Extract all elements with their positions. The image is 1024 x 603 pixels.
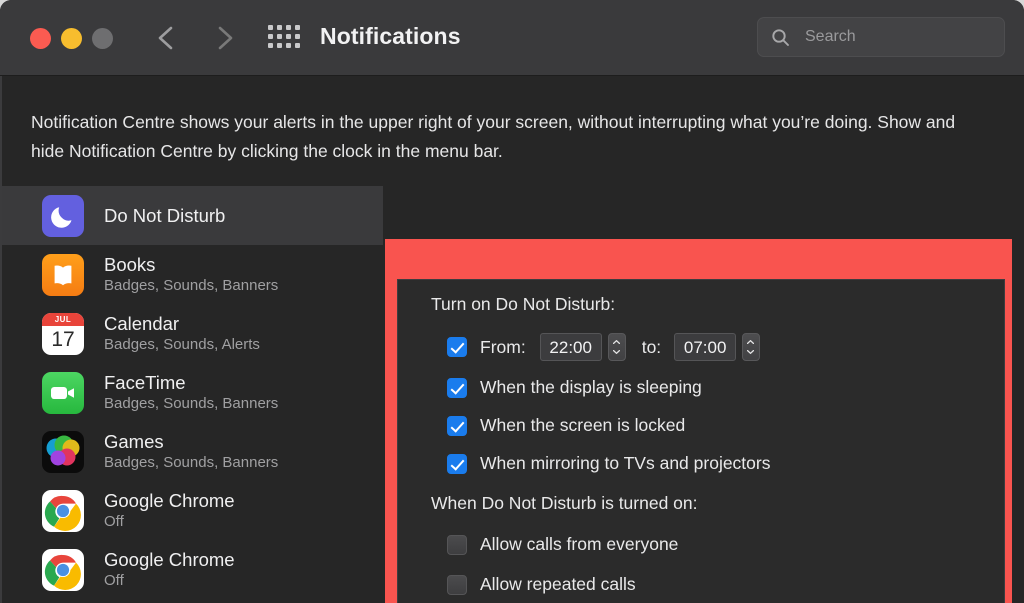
maximize-window-button[interactable] bbox=[92, 28, 113, 49]
screen-locked-label: When the screen is locked bbox=[480, 415, 686, 435]
forward-button[interactable] bbox=[207, 19, 241, 57]
sidebar-item-detail: Badges, Sounds, Banners bbox=[104, 277, 279, 294]
repeated-calls-label: Allow repeated calls bbox=[480, 574, 636, 594]
repeated-calls-row[interactable]: Allow repeated calls bbox=[447, 574, 636, 595]
display-sleeping-row[interactable]: When the display is sleeping bbox=[447, 377, 702, 398]
display-sleeping-checkbox[interactable] bbox=[447, 377, 467, 398]
do-not-disturb-icon bbox=[42, 194, 84, 237]
sidebar-item-detail: Off bbox=[104, 572, 124, 589]
description-text: Notification Centre shows your alerts in… bbox=[31, 112, 956, 161]
to-label: to: bbox=[641, 336, 662, 357]
mirroring-checkbox[interactable] bbox=[447, 453, 467, 474]
sidebar-item-label: Google Chrome bbox=[104, 490, 235, 511]
sidebar-item-facetime[interactable]: FaceTime Badges, Sounds, Banners bbox=[2, 363, 383, 422]
moon-icon bbox=[51, 206, 72, 228]
when-turned-on-heading: When Do Not Disturb is turned on: bbox=[431, 493, 698, 513]
sidebar-item-calendar[interactable]: JUL 17 Calendar Badges, Sounds, Alerts bbox=[2, 304, 383, 363]
preferences-window: Notifications Search Notification Centre… bbox=[0, 0, 1024, 603]
chrome-icon bbox=[42, 548, 84, 591]
allow-calls-checkbox[interactable] bbox=[447, 534, 467, 555]
window-body: Notification Centre shows your alerts in… bbox=[0, 76, 1024, 603]
page-title: Notifications bbox=[320, 23, 461, 49]
allow-calls-label: Allow calls from everyone bbox=[480, 534, 679, 554]
books-icon bbox=[42, 253, 84, 296]
screen-locked-row[interactable]: When the screen is locked bbox=[447, 415, 685, 436]
do-not-disturb-settings-panel: Turn on Do Not Disturb: From: 22:00 to: … bbox=[397, 279, 1005, 603]
display-sleeping-label: When the display is sleeping bbox=[480, 377, 702, 397]
sidebar-item-google-chrome-1[interactable]: Google Chrome Off bbox=[2, 481, 383, 540]
sidebar-item-label: Games bbox=[104, 431, 164, 452]
app-list[interactable]: Do Not Disturb Books Badges, Sounds, Ban… bbox=[2, 186, 383, 603]
mirroring-row[interactable]: When mirroring to TVs and projectors bbox=[447, 453, 771, 474]
minimize-window-button[interactable] bbox=[61, 28, 82, 49]
facetime-icon bbox=[42, 371, 84, 414]
turn-on-heading: Turn on Do Not Disturb: bbox=[431, 294, 616, 314]
screen-locked-checkbox[interactable] bbox=[447, 415, 467, 436]
sidebar-item-detail: Off bbox=[104, 513, 124, 530]
to-time-field[interactable]: 07:00 bbox=[674, 333, 737, 361]
mirroring-label: When mirroring to TVs and projectors bbox=[480, 453, 771, 473]
chrome-icon bbox=[42, 489, 84, 532]
sidebar-item-label: Do Not Disturb bbox=[104, 204, 226, 226]
chevron-right-icon bbox=[218, 26, 233, 50]
schedule-checkbox[interactable] bbox=[447, 337, 467, 357]
games-icon bbox=[42, 430, 84, 473]
sidebar-item-detail: Badges, Sounds, Alerts bbox=[104, 336, 260, 353]
from-time-field[interactable]: 22:00 bbox=[539, 333, 602, 361]
search-input[interactable]: Search bbox=[757, 17, 1005, 57]
sidebar-item-do-not-disturb[interactable]: Do Not Disturb bbox=[2, 186, 383, 245]
calendar-icon: JUL 17 bbox=[42, 312, 84, 355]
sidebar-item-detail: Badges, Sounds, Banners bbox=[104, 395, 279, 412]
show-all-grid-icon[interactable] bbox=[268, 25, 300, 51]
to-time-stepper[interactable] bbox=[742, 333, 761, 361]
chevron-left-icon bbox=[158, 26, 173, 50]
sidebar-item-label: FaceTime bbox=[104, 372, 186, 393]
repeated-calls-checkbox[interactable] bbox=[447, 574, 467, 595]
calendar-day: 17 bbox=[51, 327, 75, 351]
schedule-row[interactable]: From: 22:00 to: 07:00 bbox=[447, 333, 761, 361]
sidebar-item-label: Google Chrome bbox=[104, 549, 235, 570]
sidebar-item-books[interactable]: Books Badges, Sounds, Banners bbox=[2, 245, 383, 304]
close-window-button[interactable] bbox=[30, 28, 51, 49]
sidebar-item-label: Books bbox=[104, 254, 156, 275]
sidebar-item-detail: Badges, Sounds, Banners bbox=[104, 454, 279, 471]
search-placeholder: Search bbox=[805, 28, 856, 45]
from-label: From: bbox=[480, 336, 526, 357]
allow-calls-row[interactable]: Allow calls from everyone bbox=[447, 534, 678, 555]
sidebar-item-label: Calendar bbox=[104, 313, 180, 334]
sidebar-item-google-chrome-2[interactable]: Google Chrome Off bbox=[2, 540, 383, 599]
sidebar-item-games[interactable]: Games Badges, Sounds, Banners bbox=[2, 422, 383, 481]
from-time-stepper[interactable] bbox=[607, 333, 626, 361]
window-toolbar: Notifications Search bbox=[0, 0, 1024, 76]
search-icon bbox=[771, 28, 790, 52]
back-button[interactable] bbox=[150, 19, 184, 57]
